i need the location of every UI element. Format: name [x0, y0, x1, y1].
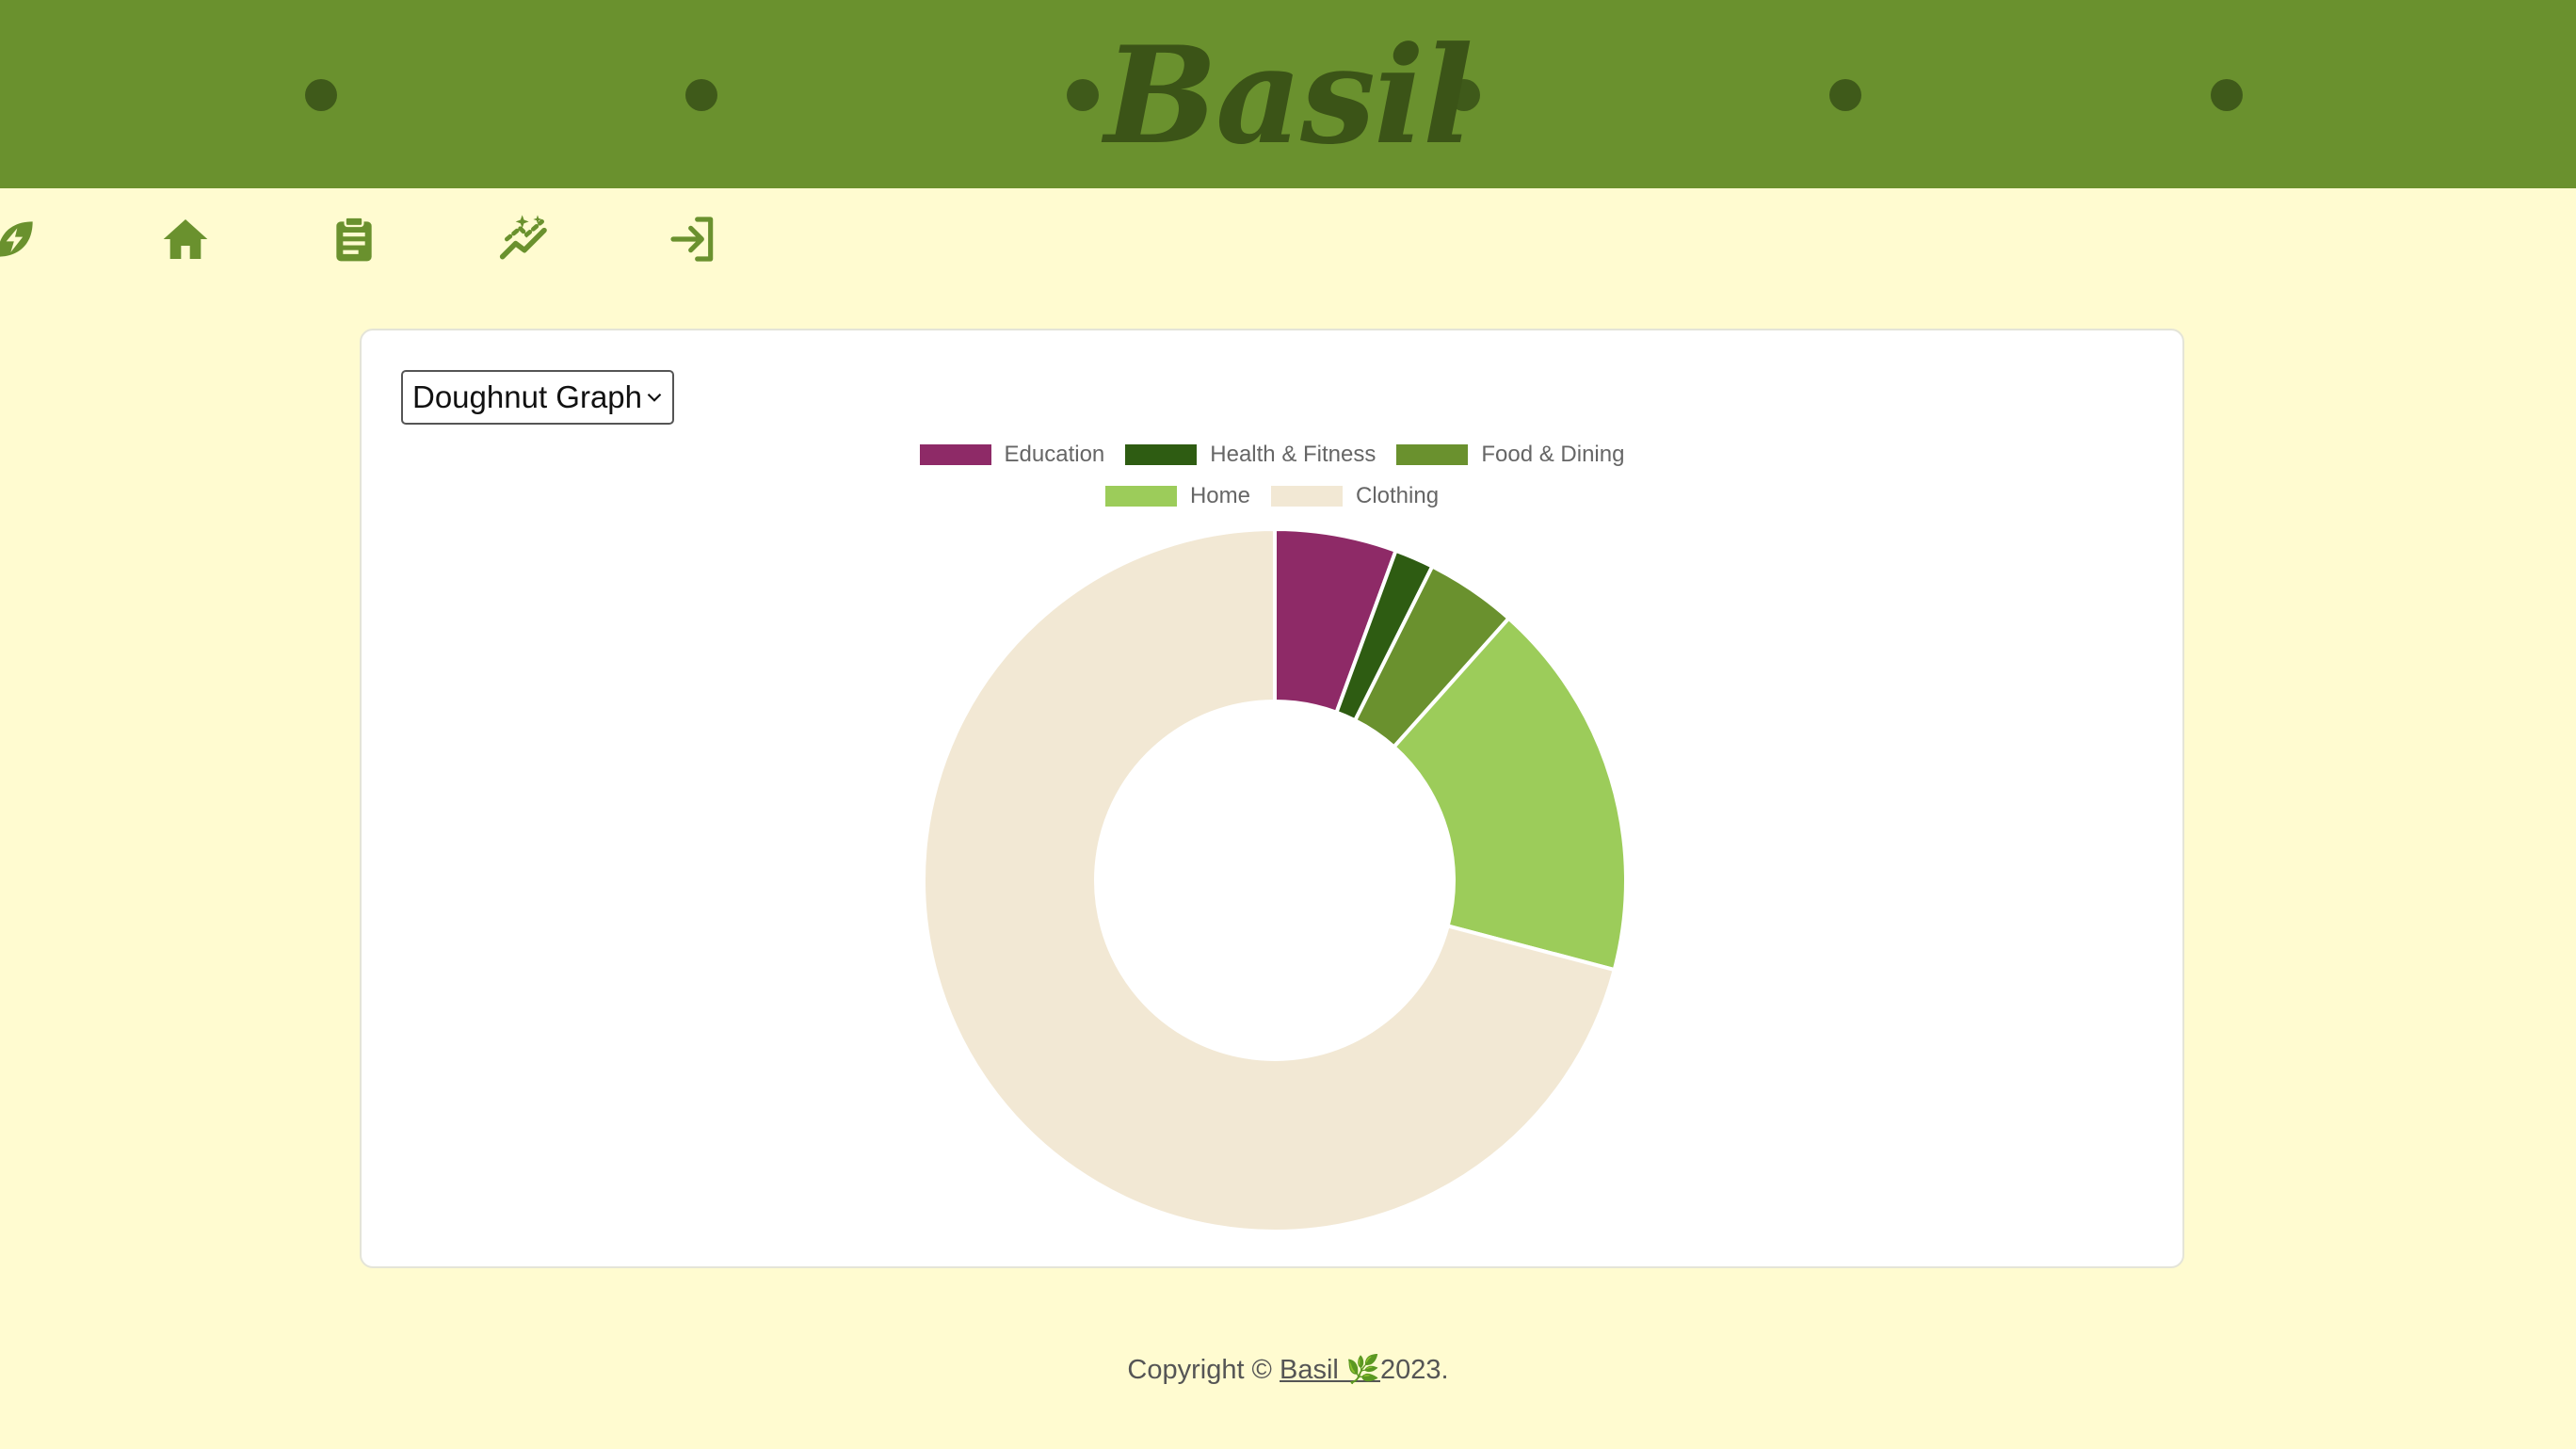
- chart-card: Doughnut Graph Education Health & Fitness…: [360, 329, 2184, 1268]
- home-icon[interactable]: [157, 211, 214, 267]
- doughnut-chart: [922, 526, 1628, 1233]
- leaf-bolt-icon[interactable]: [0, 211, 43, 267]
- footer-copyright: Copyright ©: [1127, 1355, 1280, 1385]
- sign-in-icon[interactable]: [665, 211, 721, 267]
- header-bar: Basil: [0, 0, 2576, 188]
- brand-logo[interactable]: Basil: [0, 21, 2576, 171]
- footer-basil-link[interactable]: Basil 🌿: [1280, 1355, 1380, 1385]
- sparkle-chart-icon[interactable]: [496, 211, 553, 267]
- clipboard-icon[interactable]: [326, 211, 382, 267]
- footer: Copyright © Basil 🌿2023.: [0, 1354, 2576, 1386]
- footer-year: 2023.: [1380, 1355, 1449, 1385]
